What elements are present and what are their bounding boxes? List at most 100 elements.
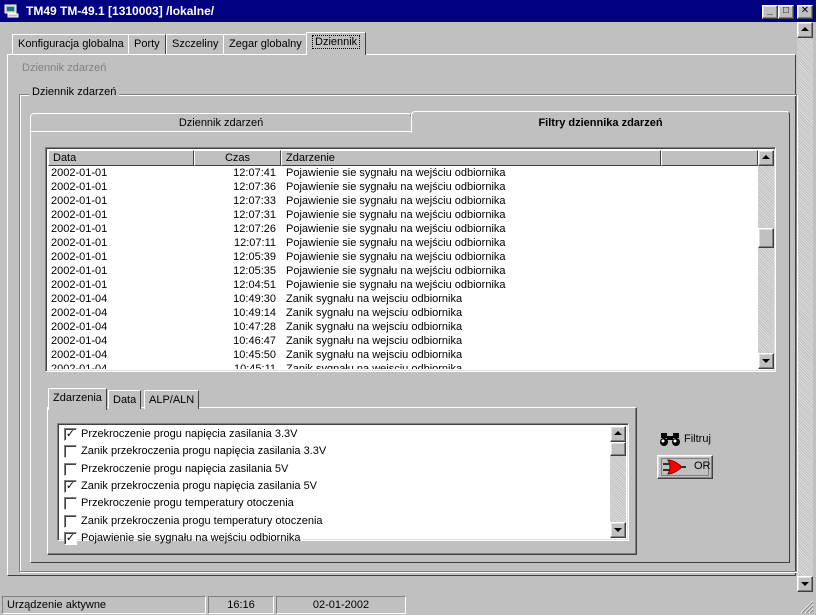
maximize-icon: □ <box>782 5 790 16</box>
tab-global-config[interactable]: Konfiguracja globalna <box>12 34 130 54</box>
cell-date: 2002-01-01 <box>51 251 108 263</box>
group-label: Dziennik zdarzeń <box>29 86 120 98</box>
checkbox-unchecked[interactable] <box>64 497 77 511</box>
cell-event: Zanik sygnału na wejsciu odbiornika <box>286 293 463 305</box>
tab-date[interactable]: Data <box>108 390 142 409</box>
column-header-label: Zdarzenie <box>286 152 335 164</box>
arrow-down-icon <box>762 359 770 363</box>
checklist-item-label: Zanik przekroczenia progu temperatury ot… <box>81 514 323 527</box>
checklist-scroll-up-button[interactable] <box>610 426 626 442</box>
cell-date: 2002-01-04 <box>51 363 108 369</box>
event-list-scrollbar[interactable] <box>758 150 774 369</box>
window-scrollbar[interactable] <box>797 22 813 592</box>
checkbox-checked[interactable]: ✓ <box>64 479 77 493</box>
cell-event: Pojawienie sie sygnału na wejściu odbior… <box>286 223 506 235</box>
cell-time: 10:49:30 <box>233 293 276 305</box>
arrow-up-icon <box>762 155 770 159</box>
tab-events[interactable]: Zdarzenia <box>48 388 107 410</box>
event-filter-checklist[interactable]: ✓ Przekroczenie progu napięcia zasilania … <box>57 423 629 545</box>
resize-grip-icon[interactable] <box>798 598 814 614</box>
filter-button[interactable]: Filtruj <box>659 431 711 447</box>
column-header-date[interactable]: Data <box>48 150 194 166</box>
minimize-button[interactable]: _ <box>762 5 778 19</box>
checkbox-unchecked[interactable] <box>64 462 77 476</box>
table-row[interactable]: 2002-01-01 12:07:41 Pojawienie sie sygnału… <box>48 166 758 180</box>
list-scroll-up-button[interactable] <box>758 150 774 166</box>
logic-or-toggle[interactable]: OR <box>657 455 713 479</box>
table-row[interactable]: 2002-01-01 12:05:35 Pojawienie sie sygnału… <box>48 264 758 278</box>
tab-slots[interactable]: Szczeliny <box>166 34 225 54</box>
checklist-item-label: Przekroczenie progu napięcia zasilania 5… <box>81 462 289 475</box>
cell-date: 2002-01-01 <box>51 181 108 193</box>
tab-event-log[interactable]: Dziennik zdarzeń <box>30 113 412 132</box>
tab-label: Dziennik zdarzeń <box>178 117 264 129</box>
table-row[interactable]: 2002-01-01 12:04:51 Pojawienie sie sygnału… <box>48 278 758 292</box>
table-row[interactable]: 2002-01-01 12:07:31 Pojawienie sie sygnału… <box>48 208 758 222</box>
window-scroll-up-button[interactable] <box>797 22 813 38</box>
cell-time: 12:07:36 <box>233 181 276 193</box>
cell-event: Zanik sygnału na wejsciu odbiornika <box>286 335 463 347</box>
cell-time: 12:04:51 <box>233 279 276 291</box>
table-row[interactable]: 2002-01-04 10:47:28 Zanik sygnału na wejsc… <box>48 320 758 334</box>
checkbox-checked[interactable]: ✓ <box>64 531 77 545</box>
filter-button-label: Filtruj <box>684 432 711 445</box>
tab-label: ALP/ALN <box>149 394 195 406</box>
window-scroll-down-button[interactable] <box>797 576 813 592</box>
list-scroll-down-button[interactable] <box>758 353 774 369</box>
tab-event-log-filters[interactable]: Filtry dziennika zdarzeń <box>411 111 790 133</box>
section-subtitle: Dziennik zdarzeń <box>22 62 107 74</box>
checkbox-checked[interactable]: ✓ <box>64 428 77 441</box>
event-list[interactable]: Data Czas Zdarzenie 2002-01-01 12:07:41 Po… <box>45 147 776 372</box>
column-header-time[interactable]: Czas <box>194 150 281 166</box>
checkbox-unchecked[interactable] <box>64 514 77 528</box>
cell-event: Pojawienie sie sygnału na wejściu odbior… <box>286 265 506 277</box>
table-row[interactable]: 2002-01-01 12:05:39 Pojawienie sie sygnału… <box>48 250 758 264</box>
table-row[interactable]: 2002-01-04 10:46:47 Zanik sygnału na wejsc… <box>48 334 758 348</box>
cell-event: Pojawienie sie sygnału na wejściu odbior… <box>286 251 506 263</box>
column-header-extra[interactable] <box>661 150 758 166</box>
table-row[interactable]: 2002-01-01 12:07:26 Pojawienie sie sygnału… <box>48 222 758 236</box>
table-row[interactable]: 2002-01-04 10:49:30 Zanik sygnału na wejsc… <box>48 292 758 306</box>
column-header-event[interactable]: Zdarzenie <box>281 150 661 166</box>
cell-date: 2002-01-01 <box>51 195 108 207</box>
cell-event: Pojawienie sie sygnału na wejściu odbior… <box>286 195 506 207</box>
status-time: 16:16 <box>208 596 274 614</box>
list-scroll-thumb[interactable] <box>758 228 774 248</box>
cell-time: 10:46:47 <box>233 335 276 347</box>
checkbox-unchecked[interactable] <box>64 445 77 459</box>
cell-date: 2002-01-01 <box>51 265 108 277</box>
checklist-scroll-down-button[interactable] <box>610 522 626 538</box>
binoculars-icon <box>660 433 680 446</box>
arrow-down-icon <box>614 528 622 532</box>
minimize-icon: _ <box>767 5 773 16</box>
table-row[interactable]: 2002-01-01 12:07:36 Pojawienie sie sygnału… <box>48 180 758 194</box>
table-row[interactable]: 2002-01-01 12:07:33 Pojawienie sie sygnału… <box>48 194 758 208</box>
tab-log[interactable]: Dziennik <box>306 32 367 55</box>
cell-time: 12:07:33 <box>233 195 276 207</box>
tab-global-clock[interactable]: Zegar globalny <box>223 34 308 54</box>
table-row[interactable]: 2002-01-01 12:07:11 Pojawienie sie sygnału… <box>48 236 758 250</box>
cell-event: Pojawienie sie sygnału na wejściu odbior… <box>286 237 506 249</box>
cell-time: 10:45:50 <box>233 349 276 361</box>
table-row[interactable]: 2002-01-04 10:49:14 Zanik sygnału na wejsc… <box>48 306 758 320</box>
checklist-scrollbar[interactable] <box>610 426 626 538</box>
tab-alp-aln[interactable]: ALP/ALN <box>144 390 200 409</box>
close-icon: ✕ <box>800 5 810 16</box>
logic-toggle-label: OR <box>694 460 711 472</box>
tab-ports[interactable]: Porty <box>128 34 166 54</box>
cell-time: 12:07:31 <box>233 209 276 221</box>
maximize-button[interactable]: □ <box>778 5 794 19</box>
cell-event: Zanik sygnału na wejsciu odbiornika <box>286 321 463 333</box>
tab-label: Konfiguracja globalna <box>18 38 124 50</box>
column-header-label: Czas <box>224 152 251 164</box>
cell-time: 12:05:35 <box>233 265 276 277</box>
cell-time: 12:07:11 <box>233 237 276 249</box>
table-row[interactable]: 2002-01-04 10:45:11 Zanik sygnału na wejsc… <box>48 362 758 369</box>
cell-date: 2002-01-01 <box>51 167 108 179</box>
title-bar[interactable]: TM49 TM-49.1 [1310003] /lokalne/ _ □ ✕ <box>0 0 816 22</box>
close-button[interactable]: ✕ <box>797 5 813 19</box>
checklist-scroll-thumb[interactable] <box>610 442 626 456</box>
table-row[interactable]: 2002-01-04 10:45:50 Zanik sygnału na wejsc… <box>48 348 758 362</box>
checklist-item-label: Przekroczenie progu temperatury otoczeni… <box>81 497 294 510</box>
or-gate-icon <box>663 459 686 475</box>
